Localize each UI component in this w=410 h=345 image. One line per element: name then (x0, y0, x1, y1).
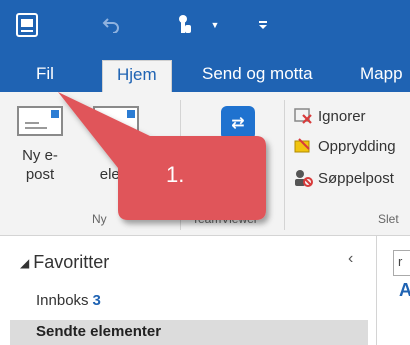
ignore-button[interactable]: Ignorer (292, 104, 366, 128)
ignore-label: Ignorer (318, 107, 366, 125)
new-items-button[interactable]: N elem (80, 106, 152, 184)
junk-icon (292, 168, 314, 188)
favorites-label: Favoritter (33, 252, 110, 272)
new-email-label-line2: post (25, 166, 55, 183)
search-input[interactable]: r (393, 250, 410, 276)
teamviewer-button[interactable]: ⇄ g (200, 106, 276, 187)
teamviewer-icon: ⇄ (221, 106, 255, 140)
message-list-pane: r A (376, 236, 410, 345)
new-items-label-line2: elem (99, 166, 133, 183)
customize-toolbar-icon[interactable] (256, 12, 270, 38)
chevron-down-icon[interactable]: ▼ (208, 12, 222, 38)
cleanup-label: Opprydding (318, 137, 396, 155)
favorites-header[interactable]: ◢ Favoritter (20, 252, 109, 273)
group-label-teamviewer: TeamViewer (192, 212, 258, 226)
cleanup-icon (292, 136, 314, 156)
inbox-unread-count: 3 (92, 292, 101, 309)
callout-label: 1. (166, 162, 185, 187)
new-email-button[interactable]: Ny e- post (10, 106, 70, 184)
ribbon: Ny e- post N elem ⇄ g Ignorer Opprydding… (0, 92, 410, 236)
new-email-icon (17, 106, 63, 136)
tab-mappe[interactable]: Mapp (346, 60, 410, 92)
title-bar: ▼ (0, 0, 410, 52)
group-label-slett: Slet (378, 212, 399, 226)
folder-pane: ◢ Favoritter ‹ Innboks 3 Sendte elementer (0, 236, 372, 345)
new-items-icon (93, 106, 139, 136)
folder-inbox[interactable]: Innboks 3 (36, 292, 101, 309)
collapse-pane-icon[interactable]: ‹ (348, 250, 353, 268)
group-label-ny: Ny (92, 212, 107, 226)
ignore-icon (292, 106, 314, 126)
touch-mode-icon[interactable] (174, 12, 196, 38)
folder-sent-items[interactable]: Sendte elementer (10, 320, 368, 345)
teamviewer-label-line2: g (255, 169, 265, 186)
tab-hjem[interactable]: Hjem (102, 60, 172, 92)
junk-label: Søppelpost (318, 169, 394, 187)
tab-fil[interactable]: Fil (22, 60, 68, 92)
undo-icon[interactable] (100, 12, 122, 38)
list-heading: A (399, 280, 410, 300)
outlook-app-icon[interactable] (14, 12, 40, 38)
ribbon-tab-bar: Fil Hjem Send og motta Mapp (0, 52, 410, 92)
new-email-label-line1: Ny e- (22, 147, 58, 164)
ribbon-separator (284, 100, 285, 230)
junk-button[interactable]: Søppelpost (292, 166, 394, 190)
tab-send-og-motta[interactable]: Send og motta (188, 60, 327, 92)
cleanup-button[interactable]: Opprydding (292, 134, 396, 158)
inbox-label: Innboks (36, 292, 89, 309)
expand-triangle-icon[interactable]: ◢ (20, 256, 29, 270)
new-items-label-line1: N (110, 147, 122, 164)
